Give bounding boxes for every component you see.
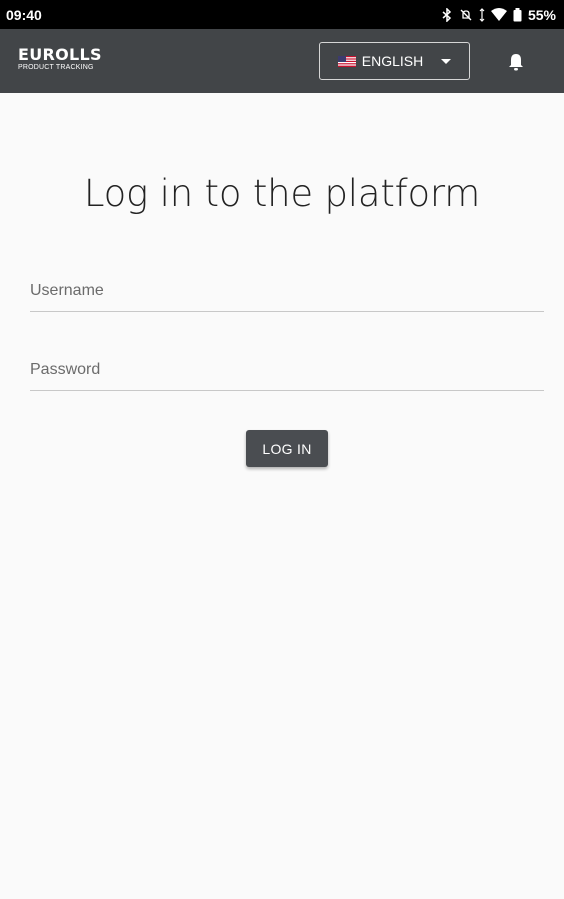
us-flag-icon [337, 55, 356, 67]
bell-icon[interactable] [506, 52, 526, 72]
status-bar: 09:40 55% [0, 0, 564, 29]
password-input[interactable] [30, 349, 544, 391]
status-time: 09:40 [6, 6, 42, 23]
wifi-icon [490, 8, 507, 21]
eurolls-logo: EUROLLS PRODUCT TRACKING [18, 45, 102, 72]
login-button[interactable]: LOG IN [246, 430, 328, 467]
language-select[interactable]: ENGLISH [319, 42, 470, 80]
logo-main-text: EUROLLS [18, 45, 102, 64]
username-input[interactable] [30, 270, 544, 312]
app-bar: EUROLLS PRODUCT TRACKING ENGLISH [0, 29, 564, 93]
bluetooth-icon [442, 7, 452, 22]
data-arrows-icon [479, 7, 485, 22]
language-label: ENGLISH [361, 53, 424, 69]
status-icons: 55% [441, 7, 556, 23]
logo-sub-text: PRODUCT TRACKING [18, 64, 94, 71]
battery-icon [513, 7, 522, 21]
notifications-off-icon [460, 9, 472, 20]
battery-percent: 55% [527, 6, 556, 23]
caret-down-icon [441, 58, 452, 64]
page-title: Log in to the platform [83, 172, 481, 215]
